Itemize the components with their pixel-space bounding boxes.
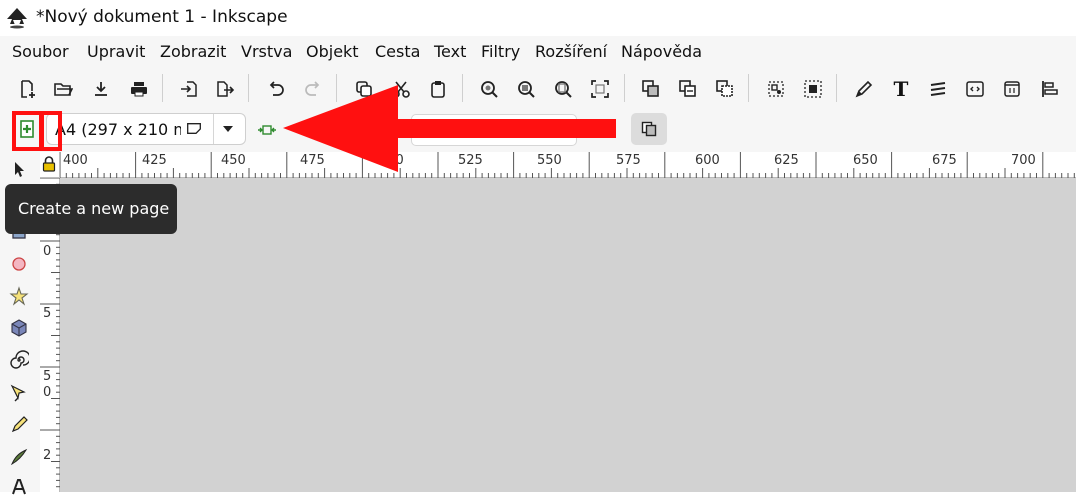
zoom-drawing-icon[interactable] <box>515 78 537 100</box>
pencil-tool-icon[interactable] <box>8 414 30 436</box>
menu-cesta[interactable]: Cesta <box>375 42 420 61</box>
resize-page-to-selection-icon[interactable] <box>256 119 278 141</box>
separator <box>248 74 249 102</box>
spiral-tool-icon[interactable] <box>8 349 30 371</box>
zoom-page-icon[interactable] <box>552 78 574 100</box>
menu-zobrazit[interactable]: Zobrazit <box>160 42 226 61</box>
fill-stroke-icon[interactable] <box>853 78 875 100</box>
separator <box>624 74 625 102</box>
separator <box>748 74 749 102</box>
highlight-box <box>12 111 62 151</box>
horizontal-ruler: 400 425 450 475 500 525 550 575 600 625 … <box>60 152 1076 178</box>
ruler-label: 575 <box>616 153 641 168</box>
ruler-corner <box>40 152 60 178</box>
copy-icon[interactable] <box>353 78 375 100</box>
ruler-ticks <box>60 152 1075 178</box>
ruler-label: 5 <box>43 369 52 384</box>
separator <box>162 74 163 102</box>
align-distribute-icon[interactable] <box>1038 78 1060 100</box>
zoom-selection-icon[interactable] <box>478 78 500 100</box>
star-tool-icon[interactable] <box>8 285 30 307</box>
menu-napoveda[interactable]: Nápověda <box>621 42 702 61</box>
menu-upravit[interactable]: Upravit <box>87 42 145 61</box>
ruler-label: 600 <box>695 153 720 168</box>
export-icon[interactable] <box>214 78 236 100</box>
move-objects-icon <box>641 121 657 137</box>
new-document-icon[interactable] <box>16 78 38 100</box>
chevron-down-icon[interactable] <box>223 126 233 132</box>
ruler-label: 0 <box>43 244 52 259</box>
import-icon[interactable] <box>178 78 200 100</box>
ruler-label: 5 <box>43 306 52 321</box>
lock-icon[interactable] <box>42 156 56 172</box>
text-font-glyph: T <box>893 77 909 101</box>
clone-icon[interactable] <box>677 78 699 100</box>
print-icon[interactable] <box>128 78 150 100</box>
separator <box>462 74 463 102</box>
ruler-label: 650 <box>853 153 878 168</box>
window-title: *Nový dokument 1 - Inkscape <box>36 7 288 27</box>
ruler-label: 675 <box>932 153 957 168</box>
save-icon[interactable] <box>90 78 112 100</box>
page-move-objects-toggle[interactable] <box>631 113 667 145</box>
ruler-label: 425 <box>142 153 167 168</box>
text-tool-icon[interactable] <box>8 476 30 498</box>
ruler-label: 700 <box>1011 153 1036 168</box>
unlink-clone-icon[interactable] <box>714 78 736 100</box>
layers-icon[interactable] <box>927 78 949 100</box>
ungroup-icon[interactable] <box>802 78 824 100</box>
zoom-fit-icon[interactable] <box>589 78 611 100</box>
ruler-label: 625 <box>774 153 799 168</box>
3d-box-tool-icon[interactable] <box>8 317 30 339</box>
ruler-label: 525 <box>458 153 483 168</box>
separator <box>836 74 837 102</box>
text-font-icon[interactable]: T <box>890 77 912 101</box>
page-size-select[interactable]: A4 (297 x 210 mm) <box>46 113 246 145</box>
ruler-label: 475 <box>300 153 325 168</box>
ruler-label: 550 <box>537 153 562 168</box>
ruler-label: 450 <box>221 153 246 168</box>
page-size-value: A4 (297 x 210 mm) <box>55 120 181 139</box>
menu-objekt[interactable]: Objekt <box>306 42 359 61</box>
open-folder-icon[interactable] <box>52 78 74 100</box>
group-icon[interactable] <box>765 78 787 100</box>
menu-filtry[interactable]: Filtry <box>481 42 520 61</box>
page-orientation-icon <box>187 123 201 134</box>
calligraphy-tool-icon[interactable] <box>8 446 30 468</box>
inkscape-logo-icon <box>7 8 27 29</box>
ruler-label: 2 <box>43 448 52 463</box>
menu-text[interactable]: Text <box>434 42 466 61</box>
paste-icon[interactable] <box>427 78 449 100</box>
menu-bar: Soubor Upravit Zobrazit Vrstva Objekt Ce… <box>0 36 1076 68</box>
duplicate-icon[interactable] <box>640 78 662 100</box>
undo-icon[interactable] <box>265 78 287 100</box>
document-properties-icon[interactable] <box>1001 78 1023 100</box>
tooltip: Create a new page <box>5 184 177 234</box>
divider <box>213 114 214 144</box>
ruler-label: 500 <box>379 153 404 168</box>
highlight-box-divider <box>39 111 44 151</box>
separator <box>336 74 337 102</box>
selector-tool-icon[interactable] <box>8 158 30 180</box>
drawing-canvas[interactable] <box>60 178 1076 492</box>
menu-soubor[interactable]: Soubor <box>12 42 69 61</box>
ellipse-tool-icon[interactable] <box>8 253 30 275</box>
ruler-label: 400 <box>63 153 88 168</box>
cut-icon[interactable] <box>390 78 412 100</box>
commands-bar: T <box>0 68 1076 108</box>
ruler-label: 0 <box>43 385 52 400</box>
pen-tool-icon[interactable] <box>8 382 30 404</box>
xml-editor-icon[interactable] <box>964 78 986 100</box>
redo-icon[interactable] <box>302 78 324 100</box>
menu-vrstva[interactable]: Vrstva <box>241 42 292 61</box>
menu-rozsireni[interactable]: Rozšíření <box>535 42 607 61</box>
title-bar: *Nový dokument 1 - Inkscape <box>0 0 1076 36</box>
page-label-input[interactable]: Page label <box>411 114 577 146</box>
